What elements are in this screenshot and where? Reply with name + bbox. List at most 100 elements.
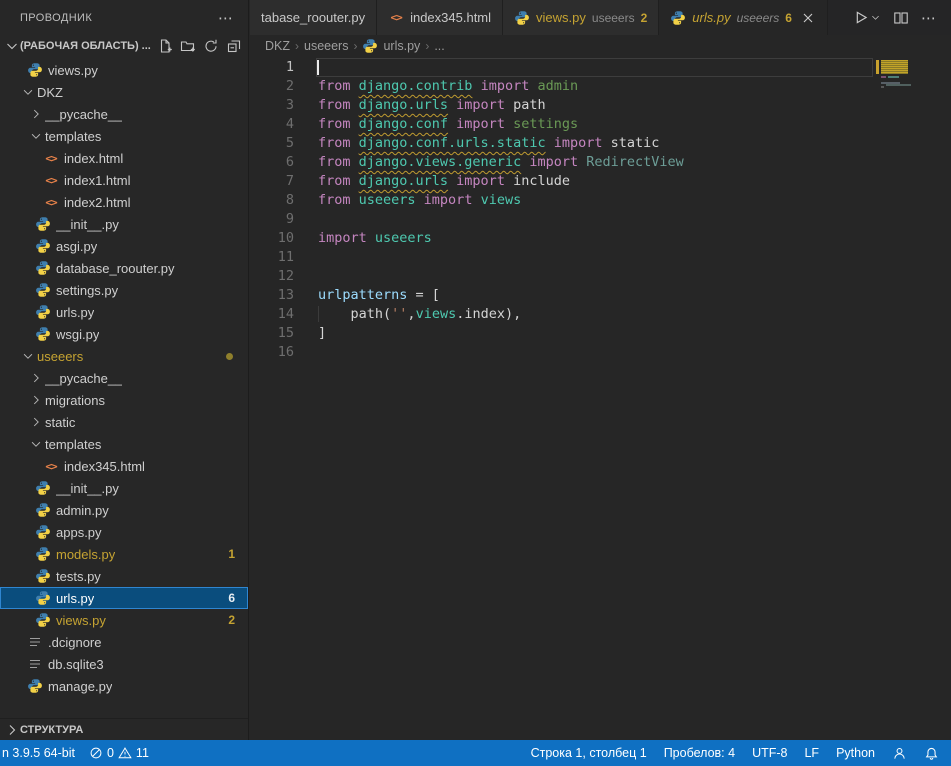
tree-item-label: index2.html [64, 195, 130, 210]
line-number: 7 [250, 172, 294, 191]
tree-file-db.sqlite3[interactable]: db.sqlite3 [0, 653, 248, 675]
explorer-sidebar: ПРОВОДНИК ⋯ (РАБОЧАЯ ОБЛАСТЬ) ... views.… [0, 0, 249, 740]
tree-item-label: index.html [64, 151, 123, 166]
code-line-10[interactable]: 10import useeers [250, 229, 951, 248]
tree-file-index1.html[interactable]: <>index1.html [0, 169, 248, 191]
tree-folder-templates[interactable]: templates [0, 125, 248, 147]
tree-item-label: settings.py [56, 283, 118, 298]
code-line-16[interactable]: 16 [250, 343, 951, 362]
breadcrumb-item-useeers[interactable]: useeers [304, 39, 348, 53]
problems-badge: 2 [228, 613, 235, 627]
explorer-more-actions-icon[interactable]: ⋯ [214, 9, 238, 27]
minimap-warning-block [881, 60, 908, 74]
code-line-9[interactable]: 9 [250, 210, 951, 229]
collapse-all-icon[interactable] [226, 38, 242, 54]
outline-section-header[interactable]: СТРУКТУРА [0, 718, 248, 740]
tab-views.py[interactable]: views.pyuseeers2 [503, 0, 659, 35]
tree-file-settings.py[interactable]: settings.py [0, 279, 248, 301]
tree-item-label: static [45, 415, 75, 430]
tree-file-.dcignore[interactable]: .dcignore [0, 631, 248, 653]
tree-folder-useeers[interactable]: useeers [0, 345, 248, 367]
chevron-down-icon [29, 437, 43, 451]
tree-file-__init__.py[interactable]: __init__.py [0, 213, 248, 235]
code-line-15[interactable]: 15] [250, 324, 951, 343]
language-mode-status[interactable]: Python [836, 746, 875, 760]
html-icon: <> [388, 10, 404, 26]
tree-file-__init__.py[interactable]: __init__.py [0, 477, 248, 499]
problems-status[interactable]: 0 11 [89, 746, 149, 760]
cursor-position-status[interactable]: Строка 1, столбец 1 [531, 746, 647, 760]
code-line-3[interactable]: 3from django.urls import path [250, 96, 951, 115]
code-line-8[interactable]: 8from useeers import views [250, 191, 951, 210]
chevron-right-icon [4, 722, 20, 738]
tree-file-index2.html[interactable]: <> index2.html [0, 191, 248, 213]
minimap-line-mark [888, 76, 899, 78]
workspace-section-header[interactable]: (РАБОЧАЯ ОБЛАСТЬ) ... [0, 35, 248, 57]
tab-urls.py[interactable]: urls.pyuseeers6 [659, 0, 828, 35]
run-button[interactable] [852, 9, 869, 26]
code-line-6[interactable]: 6from django.views.generic import Redire… [250, 153, 951, 172]
html-icon: <> [43, 194, 59, 210]
tab-label: index345.html [410, 10, 491, 25]
tree-file-models.py[interactable]: models.py1 [0, 543, 248, 565]
tree-file-wsgi.py[interactable]: wsgi.py [0, 323, 248, 345]
tree-file-urls.py[interactable]: urls.py [0, 301, 248, 323]
feedback-icon[interactable] [892, 746, 907, 761]
tree-file-asgi.py[interactable]: asgi.py [0, 235, 248, 257]
editor-more-actions-icon[interactable]: ⋯ [921, 9, 937, 27]
code-line-2[interactable]: 2from django.contrib import admin [250, 77, 951, 96]
close-tab-icon[interactable] [800, 10, 816, 26]
tree-item-label: manage.py [48, 679, 112, 694]
code-line-12[interactable]: 12 [250, 267, 951, 286]
indentation-status[interactable]: Пробелов: 4 [664, 746, 735, 760]
bell-icon[interactable] [924, 746, 939, 761]
tree-file-index345.html[interactable]: <>index345.html [0, 455, 248, 477]
breadcrumb-item-DKZ[interactable]: DKZ [265, 39, 290, 53]
new-file-icon[interactable] [157, 38, 173, 54]
line-number: 2 [250, 77, 294, 96]
tree-file-database_roouter.py[interactable]: database_roouter.py [0, 257, 248, 279]
problems-badge: 1 [228, 547, 235, 561]
code-line-13[interactable]: 13urlpatterns = [ [250, 286, 951, 305]
minimap[interactable] [875, 57, 951, 740]
refresh-icon[interactable] [203, 38, 219, 54]
python-interpreter-status[interactable]: n 3.9.5 64-bit [2, 746, 75, 760]
breadcrumb-item-urls.py[interactable]: urls.py [383, 39, 420, 53]
encoding-status[interactable]: UTF-8 [752, 746, 787, 760]
code-line-7[interactable]: 7from django.urls import include [250, 172, 951, 191]
tree-file-manage.py[interactable]: manage.py [0, 675, 248, 697]
list-icon [27, 634, 43, 650]
tree-file-admin.py[interactable]: admin.py [0, 499, 248, 521]
tree-file-index.html[interactable]: <>index.html [0, 147, 248, 169]
tree-file-urls.py[interactable]: urls.py6 [0, 587, 248, 609]
tab-tabase_roouter.py[interactable]: tabase_roouter.py [250, 0, 377, 35]
tree-folder-templates[interactable]: templates [0, 433, 248, 455]
code-line-1[interactable]: 1 [250, 58, 951, 77]
split-editor-button[interactable] [893, 10, 909, 26]
tree-file-views.py[interactable]: views.py2 [0, 609, 248, 631]
tab-label: tabase_roouter.py [261, 10, 365, 25]
run-dropdown-chevron-icon[interactable] [870, 12, 881, 23]
breadcrumb-separator: › [353, 39, 357, 53]
code-line-11[interactable]: 11 [250, 248, 951, 267]
line-number: 14 [250, 305, 294, 324]
code-line-4[interactable]: 4from django.conf import settings [250, 115, 951, 134]
tree-folder-static[interactable]: static [0, 411, 248, 433]
tree-folder-DKZ[interactable]: DKZ [0, 81, 248, 103]
code-editor[interactable]: 12from django.contrib import admin3from … [250, 57, 951, 740]
code-line-14[interactable]: 14 path('',views.index), [250, 305, 951, 324]
tree-folder-__pycache__[interactable]: __pycache__ [0, 367, 248, 389]
new-folder-icon[interactable] [180, 38, 196, 54]
eol-status[interactable]: LF [804, 746, 819, 760]
tab-index345.html[interactable]: <> index345.html [377, 0, 503, 35]
tree-file-views.py[interactable]: views.py [0, 59, 248, 81]
code-line-5[interactable]: 5from django.conf.urls.static import sta… [250, 134, 951, 153]
tree-folder-migrations[interactable]: migrations [0, 389, 248, 411]
tab-problems-badge: 6 [785, 11, 792, 25]
python-icon [35, 612, 51, 628]
tree-folder-__pycache__[interactable]: __pycache__ [0, 103, 248, 125]
breadcrumb-item-...[interactable]: ... [434, 39, 444, 53]
tree-file-apps.py[interactable]: apps.py [0, 521, 248, 543]
tree-file-tests.py[interactable]: tests.py [0, 565, 248, 587]
minimap-line-mark [881, 76, 886, 78]
